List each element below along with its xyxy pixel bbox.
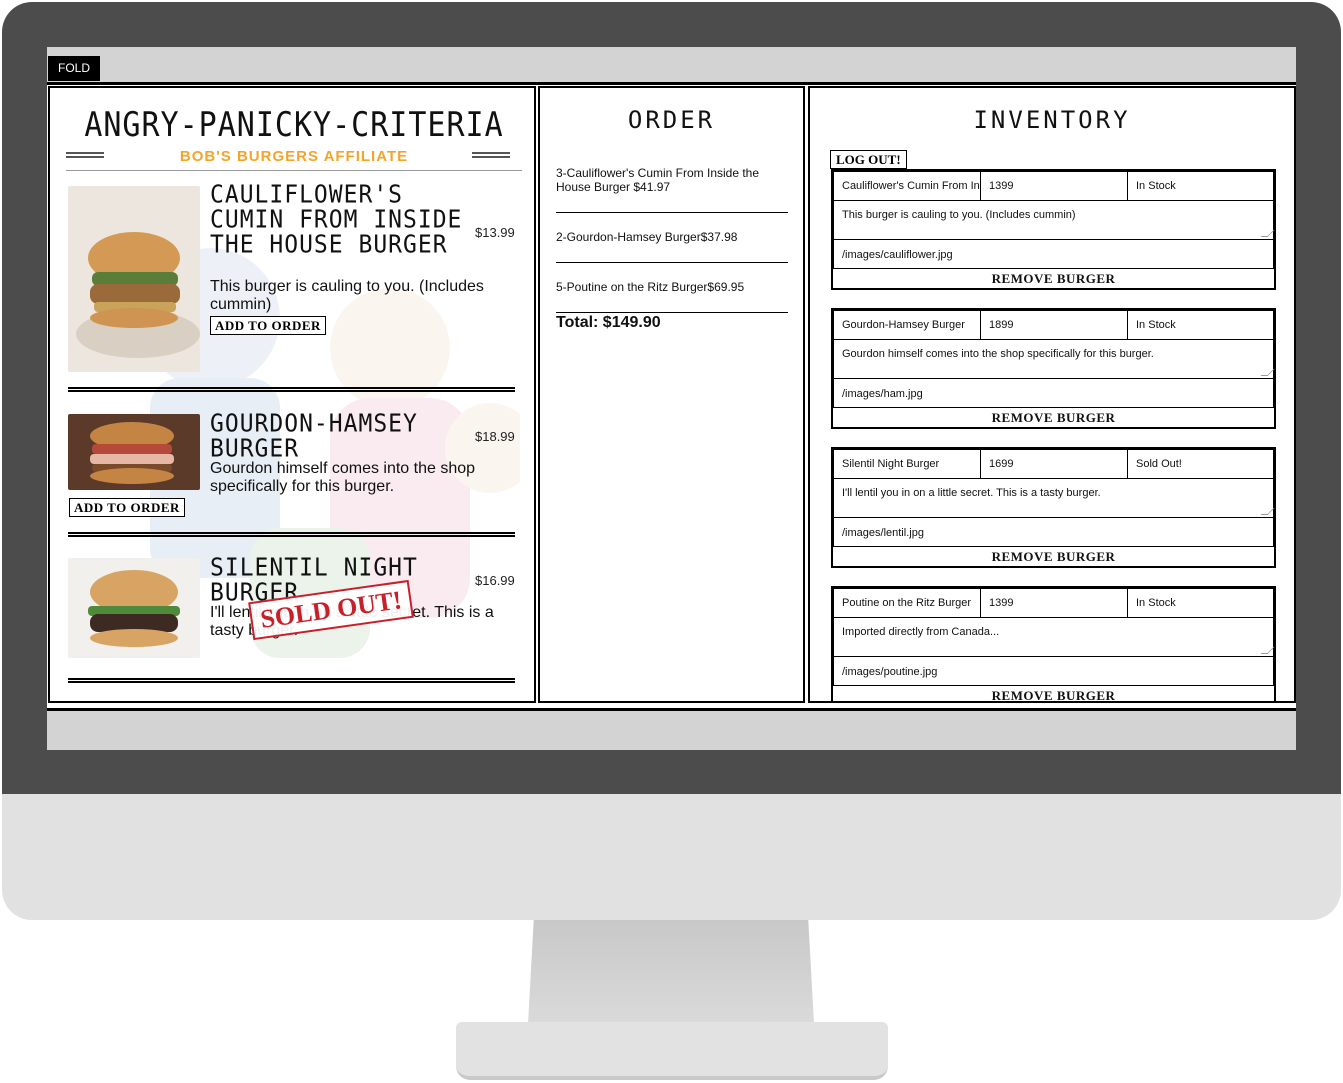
burger-price-input[interactable]: 1899 (980, 310, 1128, 340)
burger-description-text: I'll lentil you in on a little secret. T… (842, 487, 1101, 499)
burger-image-path-input[interactable]: /images/cauliflower.jpg (833, 239, 1274, 269)
logo-divider (66, 170, 522, 171)
inventory-title: INVENTORY (973, 106, 1131, 134)
burger-description-text: Gourdon himself comes into the shop spec… (842, 348, 1154, 360)
order-total: Total: $149.90 (556, 314, 661, 331)
resize-handle-icon[interactable] (1260, 230, 1275, 237)
inventory-card: Poutine on the Ritz Burger 1399 In Stock… (831, 586, 1276, 701)
burger-name-input[interactable]: Cauliflower's Cumin From In (833, 171, 981, 201)
logout-button[interactable]: LOG OUT! (830, 150, 907, 169)
menu-item-name: CAULIFLOWER'S CUMIN FROM INSIDE THE HOUS… (210, 181, 463, 259)
monitor-chin (2, 794, 1341, 920)
burger-image-silentil-night (68, 558, 200, 658)
logo-subtitle: BOB'S BURGERS AFFILIATE (179, 148, 409, 165)
burger-description-textarea[interactable]: Imported directly from Canada... (833, 617, 1275, 657)
menu-divider (68, 678, 515, 683)
burger-image-path-input[interactable]: /images/lentil.jpg (833, 517, 1274, 547)
menu-item-description: This burger is cauling to you. (Includes… (210, 278, 484, 313)
order-line-item: 2-Gourdon-Hamsey Burger$37.98 (556, 230, 738, 244)
monitor-stand-foot (456, 1022, 888, 1080)
fold-tab[interactable]: FOLD (48, 56, 100, 81)
inventory-card: Cauliflower's Cumin From In 1399 In Stoc… (831, 169, 1276, 290)
burger-description-text: This burger is cauling to you. (Includes… (842, 209, 1076, 221)
order-line-item: 3-Cauliflower's Cumin From Inside the Ho… (556, 166, 760, 194)
burger-status-select[interactable]: Sold Out! (1127, 449, 1274, 479)
menu-item-name: GOURDON-HAMSEY BURGER (210, 410, 418, 463)
remove-burger-button[interactable]: REMOVE BURGER (833, 686, 1274, 701)
burger-description-textarea[interactable]: This burger is cauling to you. (Includes… (833, 200, 1275, 240)
logo-decor-line (472, 152, 510, 158)
menu-item-price: $16.99 (475, 573, 515, 588)
burger-price-input[interactable]: 1399 (980, 171, 1128, 201)
burger-status-select[interactable]: In Stock (1127, 310, 1274, 340)
menu-item-description: Gourdon himself comes into the shop spec… (210, 460, 476, 495)
inventory-card: Gourdon-Hamsey Burger 1899 In Stock Gour… (831, 308, 1276, 429)
order-divider (556, 312, 788, 313)
order-panel: ORDER 3-Cauliflower's Cumin From Inside … (538, 86, 805, 703)
logo-subtitle-row: BOB'S BURGERS AFFILIATE (66, 148, 522, 166)
burger-name-input[interactable]: Silentil Night Burger (833, 449, 981, 479)
order-divider (556, 262, 788, 263)
inventory-panel: INVENTORY LOG OUT! Cauliflower's Cumin F… (808, 86, 1296, 703)
burger-image-path-input[interactable]: /images/poutine.jpg (833, 656, 1274, 686)
burger-price-input[interactable]: 1399 (980, 588, 1128, 618)
burger-description-text: Imported directly from Canada... (842, 626, 1000, 638)
burger-description-textarea[interactable]: I'll lentil you in on a little secret. T… (833, 478, 1275, 518)
resize-handle-icon[interactable] (1260, 369, 1275, 376)
order-title: ORDER (627, 106, 716, 134)
menu-panel: ANGRY-PANICKY-CRITERIA BOB'S BURGERS AFF… (48, 86, 536, 703)
burger-status-select[interactable]: In Stock (1127, 588, 1274, 618)
burger-name-input[interactable]: Poutine on the Ritz Burger (833, 588, 981, 618)
remove-burger-button[interactable]: REMOVE BURGER (833, 269, 1274, 288)
burger-description-textarea[interactable]: Gourdon himself comes into the shop spec… (833, 339, 1275, 379)
order-divider (556, 212, 788, 213)
burger-image-path-input[interactable]: /images/ham.jpg (833, 378, 1274, 408)
monitor-stand-neck (528, 920, 814, 1024)
menu-item-price: $13.99 (475, 225, 515, 240)
resize-handle-icon[interactable] (1260, 647, 1275, 654)
add-to-order-button[interactable]: ADD TO ORDER (69, 498, 185, 517)
burger-name-input[interactable]: Gourdon-Hamsey Burger (833, 310, 981, 340)
burger-image-gourdon-hamsey (68, 414, 200, 490)
add-to-order-button[interactable]: ADD TO ORDER (210, 316, 326, 335)
logo-title: ANGRY-PANICKY-CRITERIA (84, 105, 504, 146)
inventory-card: Silentil Night Burger 1699 Sold Out! I'l… (831, 447, 1276, 568)
burger-status-select[interactable]: In Stock (1127, 171, 1274, 201)
menu-divider (68, 387, 515, 392)
remove-burger-button[interactable]: REMOVE BURGER (833, 408, 1274, 427)
remove-burger-button[interactable]: REMOVE BURGER (833, 547, 1274, 566)
resize-handle-icon[interactable] (1260, 508, 1275, 515)
menu-item-price: $18.99 (475, 429, 515, 444)
menu-divider (68, 532, 515, 537)
burger-price-input[interactable]: 1699 (980, 449, 1128, 479)
burger-image-cauliflower (68, 186, 200, 372)
order-line-item: 5-Poutine on the Ritz Burger$69.95 (556, 280, 745, 294)
screen: FOLD ANGRY-PANICKY-CRITERIA BOB'S BURGER… (47, 47, 1296, 750)
